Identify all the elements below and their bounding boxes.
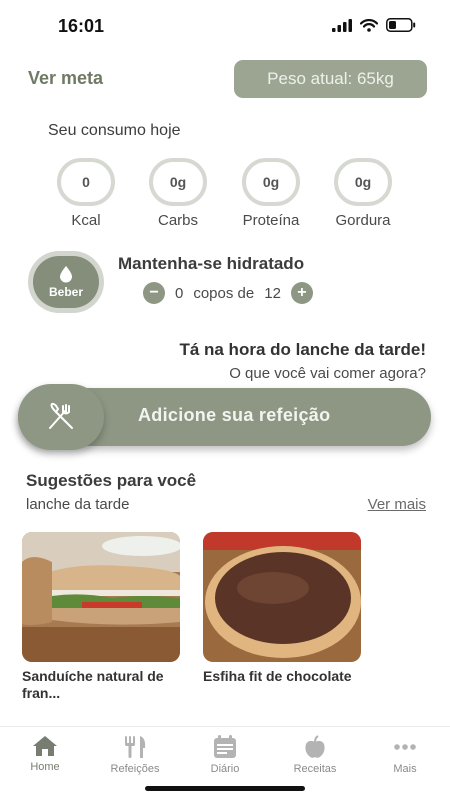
- nav-label: Diário: [210, 763, 240, 775]
- ver-mais-link[interactable]: Ver mais: [368, 496, 426, 513]
- home-icon: [33, 736, 57, 756]
- macro-value: 0g: [334, 158, 392, 206]
- macro-value: 0g: [242, 158, 300, 206]
- nav-refeicoes[interactable]: Refeições: [95, 735, 175, 775]
- battery-icon: [386, 18, 416, 32]
- macro-value: 0: [57, 158, 115, 206]
- macro-label: Gordura: [335, 212, 391, 229]
- nav-diario[interactable]: Diário: [185, 735, 265, 775]
- increase-copos-button[interactable]: +: [290, 282, 313, 304]
- beber-label: Beber: [48, 285, 83, 299]
- suggestion-title: Esfiha fit de chocolate: [203, 668, 352, 684]
- signal-icon: [332, 18, 352, 32]
- consumo-title: Seu consumo hoje: [48, 122, 181, 139]
- macro-gordura: 0g Gordura: [323, 158, 403, 229]
- apple-icon: [305, 735, 325, 758]
- macro-kcal: 0 Kcal: [46, 158, 126, 229]
- sugestoes-title: Sugestões para você: [26, 471, 197, 490]
- nav-label: Home: [30, 761, 60, 773]
- home-indicator: [145, 786, 305, 791]
- nav-label: Mais: [393, 763, 417, 775]
- ver-meta-link[interactable]: Ver meta: [28, 68, 103, 89]
- macro-label: Proteína: [242, 212, 300, 229]
- hidratacao-title: Mantenha-se hidratado: [118, 254, 305, 273]
- more-icon: [394, 744, 416, 750]
- meal-prompt-title: Tá na hora do lanche da tarde!: [179, 340, 426, 359]
- peso-atual-button[interactable]: Peso atual: 65kg: [234, 60, 427, 98]
- add-meal-icon-badge: [18, 384, 104, 450]
- sugestoes-subtitle: lanche da tarde: [26, 496, 130, 513]
- cutlery-icon: [125, 736, 146, 758]
- macro-value: 0g: [149, 158, 207, 206]
- nav-receitas[interactable]: Receitas: [275, 735, 355, 775]
- nav-label: Refeições: [110, 763, 160, 775]
- status-bar: 16:01: [0, 0, 450, 50]
- copos-counter: − 0 copos de 12 +: [143, 282, 313, 304]
- decrease-copos-button[interactable]: −: [143, 282, 165, 304]
- suggestion-card[interactable]: Sanduíche natural de fran...: [22, 532, 180, 702]
- macro-carbs: 0g Carbs: [138, 158, 218, 229]
- nav-label: Receitas: [293, 763, 337, 775]
- esfiha-image: [203, 532, 361, 662]
- calendar-icon: [214, 735, 236, 758]
- water-drop-icon: [60, 266, 72, 283]
- suggestion-card[interactable]: Esfiha fit de chocolate: [203, 532, 361, 685]
- sandwich-image: [22, 532, 180, 662]
- nav-mais[interactable]: Mais: [365, 735, 445, 775]
- copos-atual: 0: [175, 284, 184, 302]
- nav-home[interactable]: Home: [5, 735, 85, 773]
- macro-label: Kcal: [71, 212, 101, 229]
- beber-button-inner: Beber: [33, 256, 99, 308]
- cutlery-icon: [49, 402, 73, 429]
- meal-prompt-subtitle: O que você vai comer agora?: [229, 365, 426, 382]
- suggestion-title: Sanduíche natural de fran...: [22, 668, 164, 701]
- status-icons: [332, 18, 416, 32]
- status-time: 16:01: [58, 16, 105, 36]
- add-meal-label: Adicione sua refeição: [138, 405, 331, 425]
- beber-button[interactable]: Beber: [28, 251, 104, 313]
- macro-proteina: 0g Proteína: [231, 158, 311, 229]
- copos-de-label: copos de: [193, 284, 255, 302]
- copos-meta: 12: [264, 284, 281, 302]
- add-meal-button[interactable]: Adicione sua refeição: [18, 384, 431, 450]
- macro-label: Carbs: [157, 212, 198, 229]
- wifi-icon: [360, 18, 378, 32]
